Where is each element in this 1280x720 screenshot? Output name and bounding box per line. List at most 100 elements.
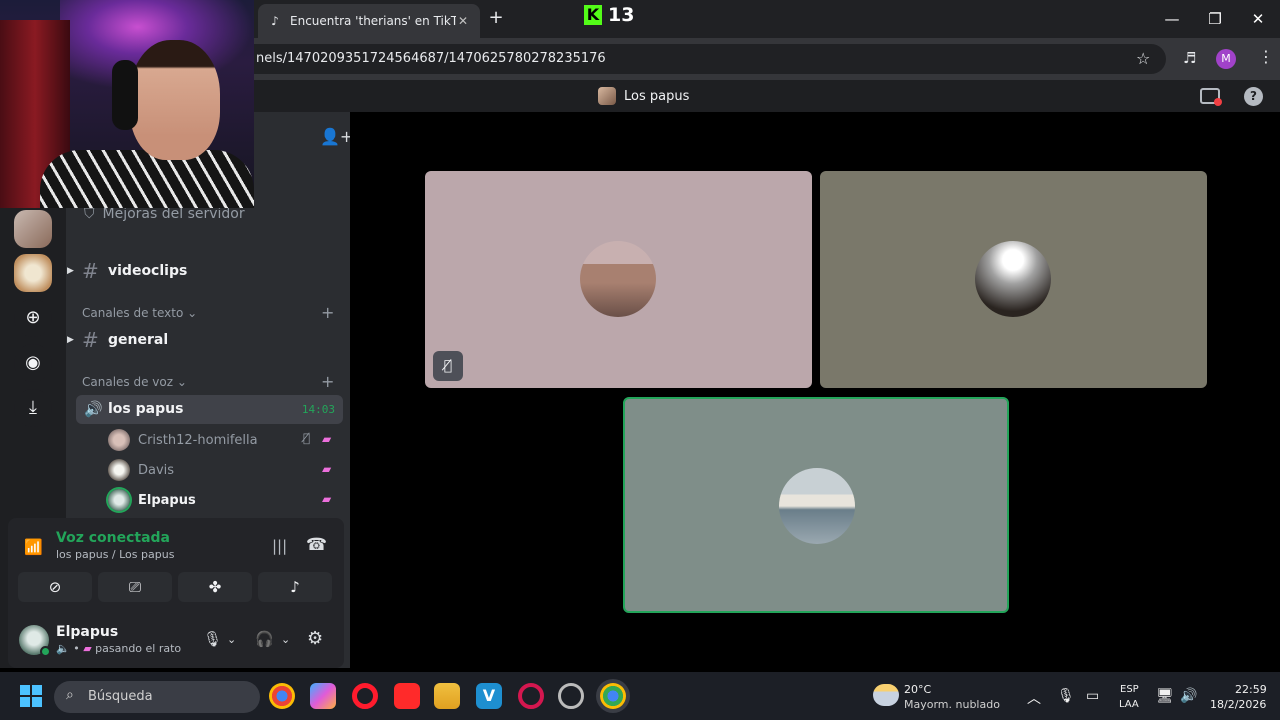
activities-button[interactable]: ✤ xyxy=(178,572,252,602)
muted-mic-icon: 🎙̸ xyxy=(303,431,311,445)
voice-channels-category[interactable]: Canales de voz ⌄ xyxy=(82,375,187,389)
boost-shield-icon: ⛉ xyxy=(84,206,95,222)
server-avatar xyxy=(598,87,616,105)
member-avatar xyxy=(108,429,130,451)
text-channels-category[interactable]: Canales de texto ⌄ xyxy=(82,306,197,320)
user-name[interactable]: Elpapus xyxy=(56,624,118,640)
activity-icon: ▰ xyxy=(322,462,332,476)
weather-description[interactable]: Mayorm. nublado xyxy=(904,698,1000,711)
camera-off-icon: ⊘ xyxy=(48,578,62,596)
user-custom-status[interactable]: 🔈 • ▰ pasando el rato xyxy=(56,642,181,655)
voice-channel-los-papus[interactable]: 🔊 los papus 14:03 xyxy=(76,395,343,424)
opera-gx-icon[interactable] xyxy=(518,683,544,709)
browser-tab[interactable]: ♪ Encuentra 'therians' en TikTok | ✕ xyxy=(258,4,480,38)
add-text-channel-icon[interactable]: + xyxy=(321,303,334,322)
close-window-button[interactable]: ✕ xyxy=(1247,8,1269,30)
browser-tab-title: Encuentra 'therians' en TikTok | xyxy=(290,14,456,28)
help-icon[interactable]: ? xyxy=(1244,87,1263,106)
opera-icon[interactable] xyxy=(352,683,378,709)
member-avatar xyxy=(108,489,130,511)
user-avatar[interactable] xyxy=(19,625,51,657)
voice-location[interactable]: los papus / Los papus xyxy=(56,548,174,561)
download-icon[interactable]: ⤓ xyxy=(14,389,52,427)
server-boost-item[interactable]: ⛉ Mejoras del servidor xyxy=(84,206,245,222)
tray-chevron-icon[interactable]: ︿ xyxy=(1027,688,1041,708)
headphones-icon[interactable]: 🎧 xyxy=(255,630,274,648)
kick-viewer-count: 13 xyxy=(608,4,635,26)
minimize-button[interactable]: — xyxy=(1161,8,1183,30)
tray-keyboard-icon[interactable]: ▭ xyxy=(1086,688,1099,704)
maximize-button[interactable]: ❐ xyxy=(1204,8,1226,30)
connection-signal-icon[interactable]: 📶 xyxy=(24,538,43,556)
explore-icon[interactable]: ◉ xyxy=(14,344,52,382)
activities-icon: ✤ xyxy=(208,578,222,596)
webcam-person-head xyxy=(130,40,220,160)
start-button[interactable] xyxy=(20,685,42,707)
noise-suppression-icon[interactable]: ||| xyxy=(272,537,287,555)
keyboard-layout[interactable]: LAA xyxy=(1119,699,1139,710)
invite-member-icon[interactable]: 👤+ xyxy=(320,127,353,146)
clock-time[interactable]: 22:59 xyxy=(1235,683,1267,696)
status-activity-icon: ▰ xyxy=(83,642,92,655)
voice-channel-name: los papus xyxy=(108,401,184,417)
file-explorer-icon[interactable] xyxy=(434,683,460,709)
volume-icon[interactable]: 🔊 xyxy=(1180,688,1197,704)
voice-member[interactable]: Davis ▰ xyxy=(108,458,331,482)
camera-off-button[interactable]: ⊘ xyxy=(18,572,92,602)
inbox-icon[interactable] xyxy=(1200,88,1222,106)
audio-options-chevron-icon[interactable]: ⌄ xyxy=(281,633,290,646)
disconnect-icon[interactable]: ☎ xyxy=(306,535,327,555)
chrome-icon[interactable] xyxy=(269,683,295,709)
text-channel-icon: # xyxy=(82,328,99,352)
browser-menu-icon[interactable]: ⋮ xyxy=(1258,47,1274,66)
kick-viewer-overlay: K 13 xyxy=(584,4,634,26)
collapse-arrow-icon[interactable]: ▶ xyxy=(67,335,74,345)
screen-share-button[interactable]: ⎚ xyxy=(98,572,172,602)
voice-member[interactable]: Elpapus ▰ xyxy=(108,488,331,512)
close-tab-icon[interactable]: ✕ xyxy=(456,14,470,28)
copilot-icon[interactable] xyxy=(310,683,336,709)
bookmark-star-icon[interactable]: ☆ xyxy=(1136,49,1150,68)
channel-name: general xyxy=(108,332,169,348)
mic-options-chevron-icon[interactable]: ⌄ xyxy=(227,633,236,646)
participant-tile-2[interactable] xyxy=(820,171,1207,388)
channel-general[interactable]: # general xyxy=(82,328,168,352)
media-control-icon[interactable]: ♬ xyxy=(1183,49,1196,67)
webcam-headphones xyxy=(112,60,138,130)
tray-microphone-icon[interactable]: 🎙 xyxy=(1057,688,1075,704)
taskbar-search[interactable]: ⌕ Búsqueda xyxy=(54,681,260,713)
weather-temperature[interactable]: 20°C xyxy=(904,683,931,696)
voice-member[interactable]: Cristh12-homifella 🎙̸ ▰ xyxy=(108,428,331,452)
server-icon-1[interactable] xyxy=(14,210,52,248)
participant-tile-3-speaking[interactable] xyxy=(623,397,1009,613)
soundboard-button[interactable]: ♪ xyxy=(258,572,332,602)
add-voice-channel-icon[interactable]: + xyxy=(321,372,334,391)
weather-cloud-icon[interactable] xyxy=(873,684,899,706)
chrome-profile-icon[interactable] xyxy=(600,683,626,709)
channel-videoclips[interactable]: # videoclips xyxy=(82,259,187,283)
search-placeholder: Búsqueda xyxy=(88,689,153,704)
profile-avatar[interactable]: M xyxy=(1216,49,1236,69)
text-channel-icon: # xyxy=(82,259,99,283)
participant-tile-1[interactable] xyxy=(425,171,812,388)
network-icon[interactable]: 🖥 xyxy=(1156,688,1174,704)
activity-icon: ▰ xyxy=(322,492,332,506)
server-icon-2[interactable] xyxy=(14,254,52,292)
clock-date[interactable]: 18/2/2026 xyxy=(1210,698,1266,711)
soundboard-icon: ♪ xyxy=(290,578,300,596)
settings-gear-icon[interactable]: ⚙ xyxy=(307,628,323,649)
new-tab-button[interactable]: + xyxy=(486,8,506,28)
voice-timer: 14:03 xyxy=(301,403,335,416)
participant-avatar xyxy=(580,241,656,317)
participant-avatar xyxy=(975,241,1051,317)
language-code[interactable]: ESP xyxy=(1120,684,1139,695)
microphone-icon[interactable]: 🎙 xyxy=(203,630,222,648)
v-app-icon[interactable]: V xyxy=(476,683,502,709)
add-server-icon[interactable]: ⊕ xyxy=(14,299,52,337)
voice-status[interactable]: Voz conectada xyxy=(56,530,170,546)
status-text: pasando el rato xyxy=(95,642,182,655)
speaker-icon: 🔊 xyxy=(84,400,103,418)
app-icon[interactable] xyxy=(558,683,584,709)
collapse-arrow-icon[interactable]: ▶ xyxy=(67,266,74,276)
youtube-icon[interactable] xyxy=(394,683,420,709)
